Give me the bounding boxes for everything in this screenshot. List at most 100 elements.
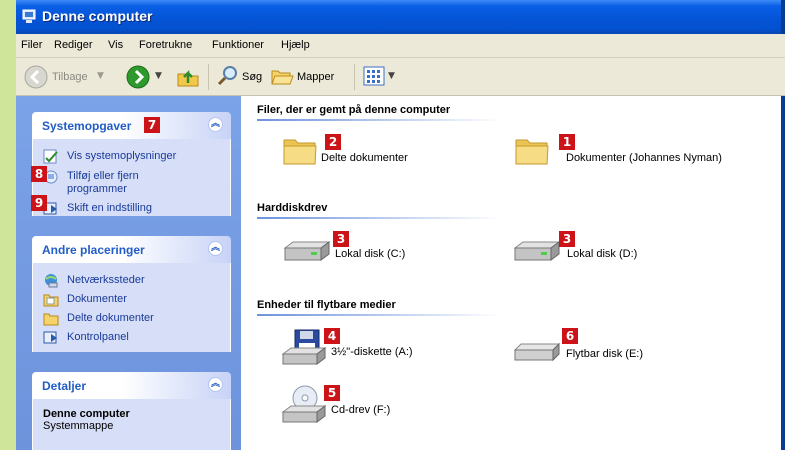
toolbar-separator [208, 64, 209, 90]
menu-favorites[interactable]: Foretrukne [139, 39, 192, 51]
hard-disk-icon [513, 241, 561, 261]
forward-button[interactable]: ▼ [126, 58, 166, 96]
collapse-chevron-icon[interactable]: ︽ [208, 377, 223, 392]
computer-icon [22, 9, 36, 23]
shared-documents-link[interactable]: Delte dokumenter [43, 312, 223, 326]
shared-documents-item[interactable]: Delte dokumenter [283, 134, 453, 170]
callout-badge: 8 [31, 166, 47, 182]
details-title: Detaljer [42, 379, 87, 393]
up-button[interactable] [176, 58, 200, 96]
forward-arrow-icon [126, 65, 150, 89]
folders-button[interactable]: Mapper [270, 58, 350, 96]
callout-badge: 9 [31, 195, 47, 211]
control-panel-link[interactable]: Kontrolpanel [43, 331, 223, 345]
callout-badge: 3 [559, 231, 575, 247]
menu-bar: Filer Rediger Vis Foretrukne Funktioner … [16, 34, 785, 58]
explorer-window: Denne computer Filer Rediger Vis Foretru… [16, 0, 785, 450]
group-header-removable: Enheder til flytbare medier [257, 299, 396, 311]
search-label: Søg [242, 71, 263, 83]
menu-help[interactable]: Hjælp [281, 39, 310, 51]
search-button[interactable]: Søg [216, 58, 266, 96]
callout-badge: 3 [333, 231, 349, 247]
details-body: Denne computer Systemmappe [32, 399, 231, 450]
menu-file[interactable]: Filer [21, 39, 42, 51]
folders-label: Mapper [297, 71, 335, 83]
shared-documents-label: Delte dokumenter [321, 152, 408, 164]
folder-up-icon [177, 69, 199, 87]
callout-badge: 5 [324, 385, 340, 401]
callout-badge: 1 [559, 134, 575, 150]
cd-drive-label: Cd-drev (F:) [331, 404, 391, 416]
network-places-link[interactable]: Netværkssteder [43, 274, 223, 288]
cd-drive-icon [281, 385, 327, 423]
local-disk-d-label: Lokal disk (D:) [567, 248, 638, 260]
other-places-header[interactable]: Andre placeringer ︽ [32, 236, 231, 263]
task-pane: Systemopgaver 7 ︽ Vis systemoplysninger [16, 96, 241, 450]
views-button[interactable]: ▼ [363, 58, 399, 96]
local-disk-c-item[interactable]: Lokal disk (C:) [281, 234, 441, 266]
removable-disk-label: Flytbar disk (E:) [566, 348, 644, 360]
change-setting-link[interactable]: Skift en indstilling [43, 202, 223, 216]
group-divider [257, 119, 502, 121]
other-places-panel: Andre placeringer ︽ Netværkssteder Dokum… [32, 236, 231, 352]
control-panel-icon [43, 331, 57, 344]
documents-icon [43, 294, 59, 307]
change-setting-label: Skift en indstilling [67, 202, 152, 214]
system-info-icon [43, 149, 58, 164]
back-dropdown-icon: ▼ [97, 71, 104, 81]
content-area: Filer, der er gemt på denne computer Del… [241, 96, 781, 450]
local-disk-d-item[interactable]: Lokal disk (D:) [511, 234, 671, 266]
removable-disk-item[interactable]: Flytbar disk (E:) [511, 340, 681, 368]
my-documents-label: Dokumenter (Johannes Nyman) [566, 152, 722, 164]
toolbar: Tilbage ▼ ▼ Søg Mapper ▼ [16, 58, 785, 96]
system-tasks-body: Vis systemoplysninger Tilføj eller fjern… [32, 139, 231, 216]
network-places-icon [45, 274, 58, 288]
add-remove-programs-link[interactable]: Tilføj eller fjern programmer [43, 170, 223, 198]
removable-disk-icon [513, 342, 561, 362]
views-icon [363, 66, 385, 86]
view-system-info-label: Vis systemoplysninger [67, 150, 177, 162]
forward-dropdown-icon: ▼ [155, 71, 162, 81]
cd-drive-item[interactable]: Cd-drev (F:) [281, 384, 451, 426]
other-places-body: Netværkssteder Dokumenter Delte dokument… [32, 263, 231, 352]
group-header-files: Filer, der er gemt på denne computer [257, 104, 451, 116]
other-places-title: Andre placeringer [42, 243, 145, 257]
search-icon [217, 66, 237, 86]
menu-view[interactable]: Vis [108, 39, 123, 51]
details-panel: Detaljer ︽ Denne computer Systemmappe [32, 372, 231, 450]
callout-badge: 6 [562, 328, 578, 344]
details-header[interactable]: Detaljer ︽ [32, 372, 231, 399]
floppy-drive-icon [281, 329, 327, 365]
folder-icon [283, 139, 317, 165]
back-button[interactable]: Tilbage ▼ [24, 58, 104, 96]
floppy-drive-label: 3½"-diskette (A:) [331, 346, 413, 358]
views-dropdown-icon: ▼ [388, 71, 395, 81]
my-documents-item[interactable]: Dokumenter (Johannes Nyman) [515, 134, 745, 170]
toolbar-separator [354, 64, 355, 90]
group-header-hard-disks: Harddiskdrev [257, 202, 328, 214]
group-divider [257, 314, 502, 316]
system-tasks-title: Systemopgaver [42, 119, 132, 133]
folder-icon [43, 313, 59, 326]
hard-disk-icon [283, 241, 331, 261]
system-tasks-header[interactable]: Systemopgaver 7 ︽ [32, 112, 231, 139]
back-label: Tilbage [52, 71, 88, 83]
group-divider [257, 217, 502, 219]
documents-link[interactable]: Dokumenter [43, 293, 223, 307]
details-name: Denne computer [43, 408, 130, 420]
view-system-info-link[interactable]: Vis systemoplysninger [43, 149, 223, 164]
folders-icon [271, 70, 294, 85]
menu-edit[interactable]: Rediger [54, 39, 93, 51]
back-arrow-icon [24, 65, 48, 89]
add-remove-programs-label: Tilføj eller fjern programmer [67, 170, 139, 195]
folder-icon [515, 139, 549, 165]
control-panel-label: Kontrolpanel [67, 331, 129, 343]
collapse-chevron-icon[interactable]: ︽ [208, 117, 223, 132]
details-type: Systemmappe [43, 420, 114, 432]
floppy-drive-item[interactable]: 3½"-diskette (A:) [281, 328, 451, 368]
callout-badge: 2 [325, 134, 341, 150]
menu-tools[interactable]: Funktioner [212, 39, 264, 51]
window-title: Denne computer [42, 8, 153, 24]
title-bar[interactable]: Denne computer [16, 0, 785, 34]
collapse-chevron-icon[interactable]: ︽ [208, 241, 223, 256]
